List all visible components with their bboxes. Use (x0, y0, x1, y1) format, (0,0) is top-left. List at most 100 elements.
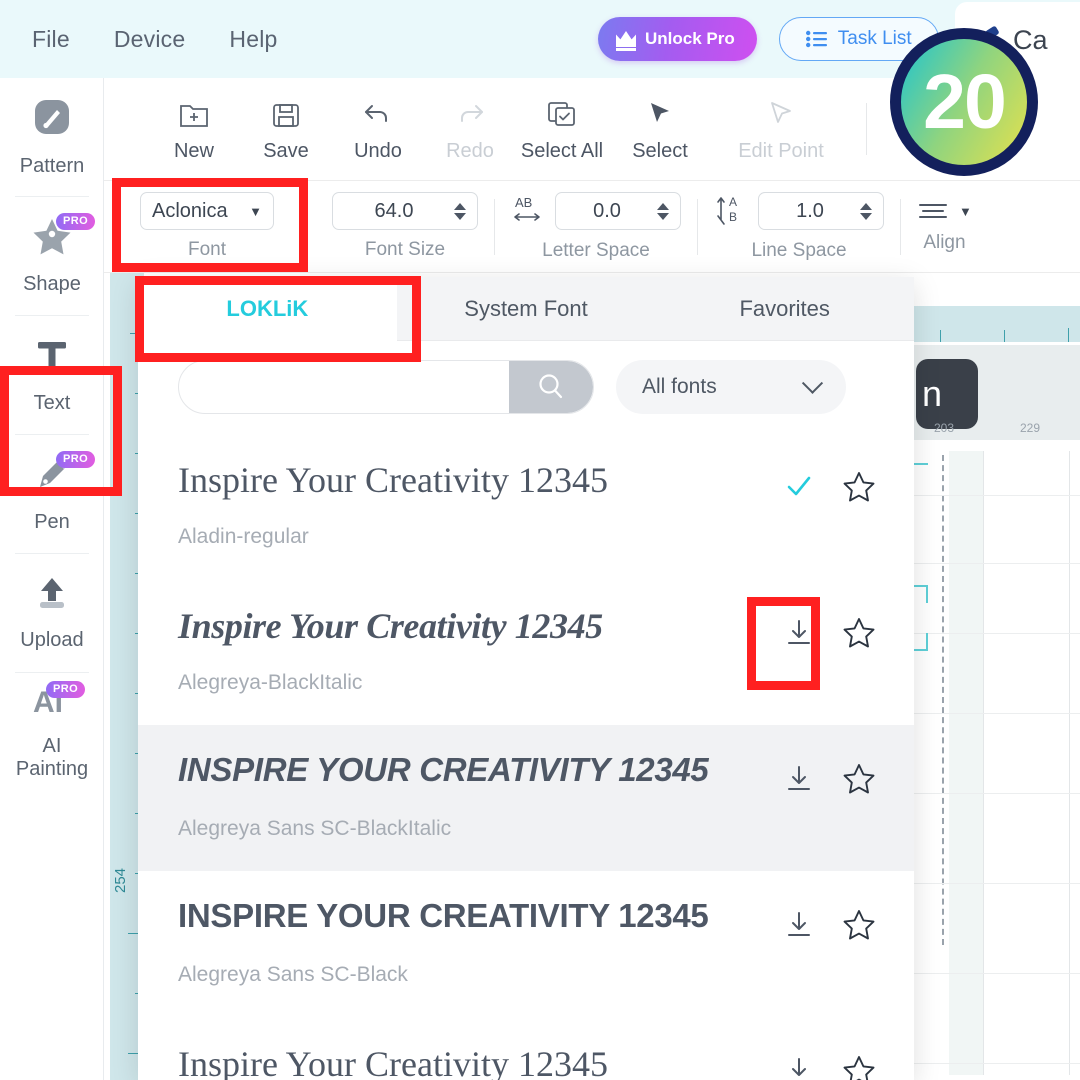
step-number-badge: 20 (890, 28, 1038, 176)
font-size-stepper[interactable] (454, 202, 466, 220)
download-icon[interactable] (782, 761, 816, 795)
font-size-property: 64.0 Font Size (332, 192, 478, 261)
select-all-icon (547, 95, 577, 129)
annotation-box-download-icon (747, 597, 820, 690)
toolbar-button-select[interactable]: Select (612, 95, 708, 163)
font-list[interactable]: Inspire Your Creativity 12345 Aladin-reg… (138, 433, 914, 1080)
sidebar-item-pattern[interactable]: Pattern (0, 78, 104, 196)
toolbar-label: New (173, 140, 214, 162)
chevron-down-icon (801, 372, 824, 394)
font-preview-text: INSPIRE YOUR CREATIVITY 12345 (178, 751, 709, 788)
pro-badge: PRO (56, 213, 96, 230)
font-name: Alegreya-BlackItalic (178, 671, 363, 694)
menu-item-help[interactable]: Help (207, 0, 299, 78)
font-list-item[interactable]: Inspire Your Creativity 12345 (138, 1017, 914, 1080)
line-space-stepper[interactable] (860, 202, 872, 220)
annotation-box-loklik-tab (135, 276, 421, 362)
sidebar-item-ai-painting[interactable]: PRO AI AI Painting (0, 673, 104, 791)
font-list-item[interactable]: Inspire Your Creativity 12345 Aladin-reg… (138, 433, 914, 579)
font-size-input[interactable]: 64.0 (332, 192, 478, 230)
menu-item-device[interactable]: Device (92, 0, 208, 78)
sidebar-item-upload[interactable]: Upload (0, 554, 104, 672)
toolbar-divider (866, 103, 867, 155)
font-filter-dropdown[interactable]: All fonts (616, 360, 846, 414)
pro-badge: PRO (46, 681, 86, 698)
font-name: Aladin-regular (178, 525, 309, 548)
undo-arrow-icon (362, 95, 394, 129)
canvas-text-object[interactable]: n (916, 359, 978, 429)
chevron-down-icon: ▼ (959, 203, 972, 219)
sidebar-item-label: Pattern (19, 155, 85, 177)
toolbar-label: Redo (446, 140, 494, 162)
search-button[interactable] (509, 361, 593, 413)
menu-item-file[interactable]: File (10, 0, 92, 78)
guide-dashed-line (942, 455, 944, 945)
font-size-caption: Font Size (364, 239, 446, 260)
align-icon (919, 204, 947, 218)
star-outline-icon[interactable] (842, 907, 876, 941)
toolbar-button-select-all[interactable]: Select All (520, 95, 604, 163)
download-icon[interactable] (782, 1053, 816, 1080)
star-outline-icon[interactable] (842, 615, 876, 649)
font-size-value: 64.0 (374, 199, 414, 222)
upload-icon (31, 574, 73, 618)
font-preview-text: Inspire Your Creativity 12345 (178, 460, 608, 500)
vertical-ruler-label: 254 (112, 867, 129, 893)
check-icon[interactable] (782, 469, 816, 503)
letter-space-caption: Letter Space (542, 239, 650, 261)
font-row-actions (782, 469, 876, 503)
star-outline-icon[interactable] (842, 761, 876, 795)
letter-space-input[interactable]: 0.0 (555, 192, 681, 230)
property-divider (494, 198, 495, 255)
svg-text:B: B (729, 210, 737, 224)
annotation-box-font-dropdown (112, 178, 308, 272)
search-input[interactable] (179, 361, 509, 413)
line-space-caption: Line Space (751, 239, 847, 261)
cursor-filled-icon (647, 95, 673, 129)
font-row-actions (782, 907, 876, 941)
brush-icon (31, 96, 73, 144)
download-icon[interactable] (782, 907, 816, 941)
canvas-sheet[interactable]: 203 229 254 (910, 421, 1080, 1075)
tab-system-font[interactable]: System Font (397, 277, 656, 341)
new-file-icon (179, 95, 209, 129)
font-list-item[interactable]: INSPIRE YOUR CREATIVITY 12345 Alegreya S… (138, 725, 914, 871)
sidebar-item-shape[interactable]: PRO Shape (0, 197, 104, 315)
toolbar-button-save[interactable]: Save (244, 95, 328, 163)
font-search-wrapper (178, 360, 594, 414)
align-caption: Align (923, 232, 966, 253)
toolbar-label: Select (632, 140, 688, 162)
search-icon (539, 374, 563, 399)
font-list-item[interactable]: INSPIRE YOUR CREATIVITY 12345 Alegreya S… (138, 871, 914, 1017)
toolbar-label: Save (263, 140, 309, 162)
letter-space-icon: AB (511, 192, 545, 231)
menu-left-group: File Device Help (10, 0, 300, 78)
star-outline-icon[interactable] (842, 1053, 876, 1080)
font-preview-text: Inspire Your Creativity 12345 (178, 606, 603, 646)
star-outline-icon[interactable] (842, 469, 876, 503)
align-dropdown[interactable]: ▼ (917, 199, 972, 223)
toolbar-button-undo[interactable]: Undo (336, 95, 420, 163)
line-space-icon: AB (714, 192, 748, 231)
letter-space-value: 0.0 (593, 199, 621, 222)
align-property: ▼ Align (917, 199, 972, 254)
tab-favorites[interactable]: Favorites (655, 277, 914, 341)
unlock-pro-button[interactable]: Unlock Pro (598, 17, 757, 61)
svg-text:AB: AB (515, 195, 532, 210)
font-preview-text: Inspire Your Creativity 12345 (178, 1044, 608, 1080)
property-divider (697, 198, 698, 255)
cursor-outline-icon (768, 95, 794, 129)
toolbar-button-new[interactable]: New (152, 95, 236, 163)
toolbar-label: Edit Point (738, 140, 824, 162)
axis-number: 229 (1020, 421, 1041, 435)
font-preview-text: INSPIRE YOUR CREATIVITY 12345 (178, 897, 709, 934)
letter-space-stepper[interactable] (657, 202, 669, 220)
font-row-actions (782, 1053, 876, 1080)
sidebar-item-label: Upload (20, 629, 84, 651)
left-sidebar: Pattern PRO Shape Text PRO Pen Upload PR… (0, 78, 104, 1080)
annotation-box-text-tool (0, 366, 122, 496)
menu-right-group: Unlock Pro Task List (598, 0, 939, 78)
line-space-input[interactable]: 1.0 (758, 192, 884, 230)
sidebar-item-label-line1: AI (42, 734, 62, 757)
horizontal-ruler: 254 (910, 306, 1080, 342)
